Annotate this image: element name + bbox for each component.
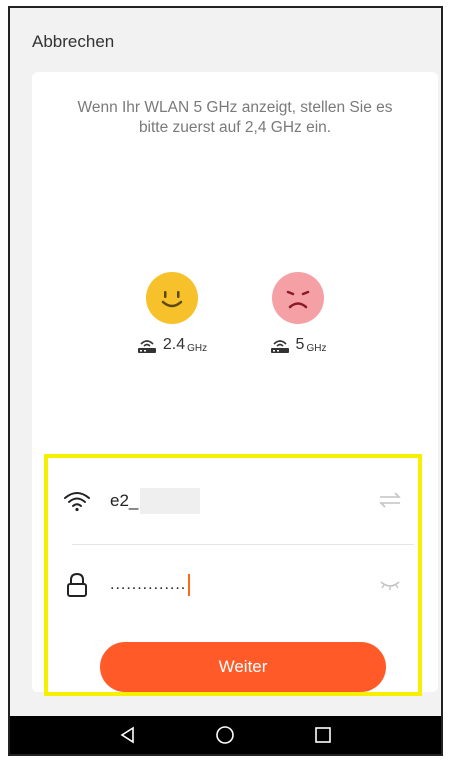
cancel-button[interactable]: Abbrechen: [32, 32, 114, 52]
hint-text: Wenn Ihr WLAN 5 GHz anzeigt, stellen Sie…: [77, 99, 393, 136]
highlight-box: [44, 454, 422, 696]
frequency-2-4ghz: 2.4 GHz: [132, 272, 212, 354]
back-triangle-icon[interactable]: [118, 725, 138, 745]
sad-smiley-icon: [272, 272, 324, 324]
frequency-unit: GHz: [187, 343, 208, 354]
frequency-value: 2.4: [162, 336, 186, 353]
app-frame: Abbrechen Wenn Ihr WLAN 5 GHz anzeigt, s…: [8, 6, 443, 756]
frequency-label: 5 GHz: [258, 336, 338, 354]
router-icon: [137, 340, 156, 353]
happy-smiley-icon: [146, 272, 198, 324]
top-bar: Abbrechen: [10, 8, 441, 68]
router-icon: [270, 340, 289, 353]
recents-square-icon[interactable]: [313, 725, 333, 745]
frequency-5ghz: 5 GHz: [258, 272, 338, 354]
frequency-label: 2.4 GHz: [132, 336, 212, 354]
android-nav-bar: [10, 716, 441, 754]
home-circle-icon[interactable]: [214, 724, 236, 746]
frequency-value: 5: [295, 336, 305, 353]
frequency-unit: GHz: [306, 343, 327, 354]
